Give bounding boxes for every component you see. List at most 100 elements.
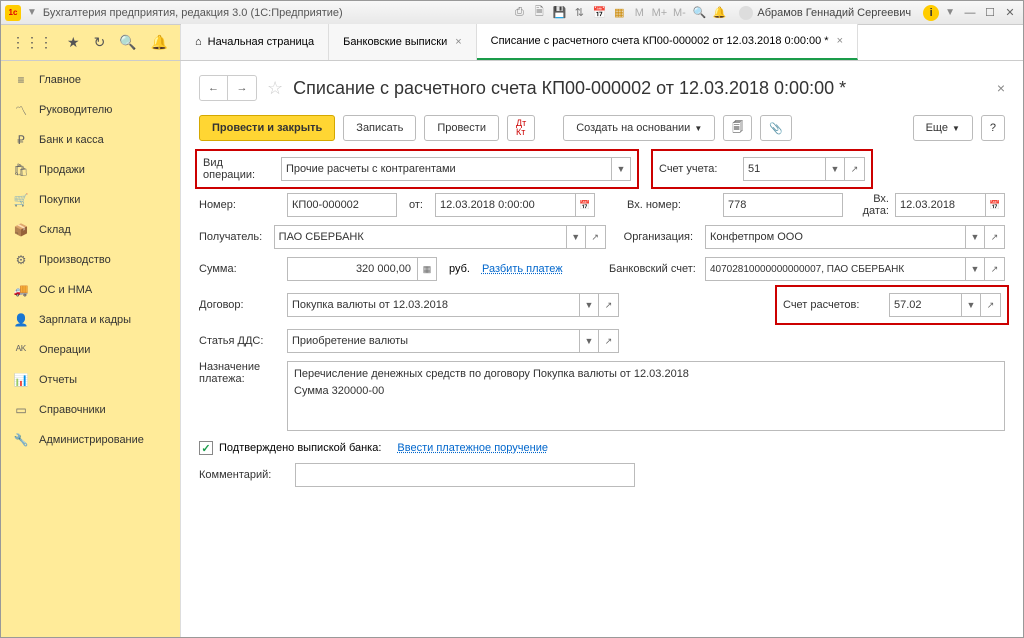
purpose-field[interactable]: Перечисление денежных средств по договор… bbox=[287, 361, 1005, 431]
account-group: Счет учета: 51 ▼ ↗ bbox=[655, 153, 869, 185]
sidebar-reports: 📊Отчеты bbox=[1, 365, 180, 395]
open-icon[interactable]: ↗ bbox=[599, 293, 619, 317]
m-minus-icon[interactable]: M- bbox=[671, 5, 687, 21]
user-badge[interactable]: Абрамов Геннадий Сергеевич bbox=[739, 6, 911, 20]
apps-icon[interactable]: ⋮⋮⋮ bbox=[11, 34, 53, 51]
history-icon[interactable]: ↻ bbox=[94, 34, 106, 51]
doc-icon[interactable]: 🗎 bbox=[531, 5, 547, 21]
money-icon: ₽ bbox=[13, 133, 29, 147]
close-window-button[interactable]: ✕ bbox=[1001, 5, 1019, 21]
number-label: Номер: bbox=[199, 199, 281, 211]
dropdown-icon[interactable]: ▼ bbox=[965, 225, 985, 249]
sum-field[interactable]: 320 000,00 ▦ bbox=[287, 257, 437, 281]
dtkt-button[interactable]: ДтКт bbox=[507, 115, 535, 141]
contract-field[interactable]: Покупка валюты от 12.03.2018 ▼ ↗ bbox=[287, 293, 619, 317]
in-date-field[interactable]: 12.03.2018 📅 bbox=[895, 193, 1005, 217]
bell-icon[interactable]: 🔔 bbox=[151, 34, 168, 51]
bank-account-label: Банковский счет: bbox=[609, 263, 699, 275]
more-button[interactable]: Еще▼ bbox=[913, 115, 973, 141]
sidebar-main: ≡Главное bbox=[1, 65, 180, 95]
tab-home[interactable]: ⌂ Начальная страница bbox=[181, 24, 329, 60]
help-button[interactable]: ? bbox=[981, 115, 1005, 141]
dropdown-icon[interactable]: ▼ bbox=[961, 293, 981, 317]
m-icon[interactable]: M bbox=[631, 5, 647, 21]
dropdown-icon[interactable]: ▼ bbox=[825, 157, 845, 181]
dds-field[interactable]: Приобретение валюты ▼ ↗ bbox=[287, 329, 619, 353]
favorite-icon[interactable]: ☆ bbox=[267, 78, 283, 99]
operation-type-field[interactable]: Прочие расчеты с контрагентами ▼ bbox=[281, 157, 631, 181]
settle-account-field[interactable]: 57.02 ▼ ↗ bbox=[889, 293, 1001, 317]
dropdown-icon[interactable]: ▼ bbox=[566, 225, 586, 249]
calendar-icon[interactable]: 📅 bbox=[985, 193, 1005, 217]
minimize-button[interactable]: — bbox=[961, 5, 979, 21]
post-button[interactable]: Провести bbox=[424, 115, 499, 141]
in-number-label: Вх. номер: bbox=[627, 199, 717, 211]
settlement-account-group: Счет расчетов: 57.02 ▼ ↗ bbox=[779, 289, 1005, 321]
quick-toolbar: ⋮⋮⋮ ★ ↻ 🔍 🔔 bbox=[1, 25, 181, 60]
print-icon[interactable]: ⎙ bbox=[511, 5, 527, 21]
save-button[interactable]: Записать bbox=[343, 115, 416, 141]
in-number-field[interactable]: 778 bbox=[723, 193, 843, 217]
save-icon[interactable]: 💾 bbox=[551, 5, 567, 21]
create-based-button[interactable]: Создать на основании▼ bbox=[563, 115, 715, 141]
close-icon[interactable]: × bbox=[837, 35, 843, 47]
forward-button[interactable]: → bbox=[228, 76, 256, 100]
operation-type-label: Вид операции: bbox=[203, 157, 275, 181]
info-dropdown-icon[interactable]: ▼ bbox=[945, 7, 955, 18]
currency-label: руб. bbox=[449, 263, 470, 275]
dropdown-icon[interactable]: ▼ bbox=[965, 257, 985, 281]
gear-icon: ⚙ bbox=[13, 253, 29, 267]
close-icon[interactable]: × bbox=[455, 36, 461, 48]
back-button[interactable]: ← bbox=[200, 76, 228, 100]
dropdown-icon[interactable]: ▼ bbox=[579, 329, 599, 353]
bell-icon[interactable]: 🔔 bbox=[711, 5, 727, 21]
confirmed-checkbox[interactable]: ✓ Подтверждено выпиской банка: bbox=[199, 441, 381, 455]
open-icon[interactable]: ↗ bbox=[985, 225, 1005, 249]
account-label: Счет учета: bbox=[659, 163, 737, 175]
nav-buttons: ← → bbox=[199, 75, 257, 101]
tab-bank[interactable]: Банковские выписки × bbox=[329, 24, 477, 60]
star-icon[interactable]: ★ bbox=[67, 34, 80, 51]
maximize-button[interactable]: ☐ bbox=[981, 5, 999, 21]
open-icon[interactable]: ↗ bbox=[845, 157, 865, 181]
attach-button[interactable]: 🗐 bbox=[723, 115, 752, 141]
enter-payment-order-link[interactable]: Ввести платежное поручение bbox=[397, 442, 548, 454]
post-close-button[interactable]: Провести и закрыть bbox=[199, 115, 335, 141]
dropdown-icon[interactable]: ▼ bbox=[579, 293, 599, 317]
purpose-label: Назначение платежа: bbox=[199, 361, 281, 385]
search-icon[interactable]: 🔍 bbox=[691, 5, 707, 21]
settle-account-label: Счет расчетов: bbox=[783, 299, 883, 311]
search-icon[interactable]: 🔍 bbox=[119, 34, 136, 51]
account-field[interactable]: 51 ▼ ↗ bbox=[743, 157, 865, 181]
calc-icon[interactable]: ▦ bbox=[611, 5, 627, 21]
calc-icon[interactable]: ▦ bbox=[417, 257, 437, 281]
comment-field[interactable] bbox=[295, 463, 635, 487]
open-icon[interactable]: ↗ bbox=[586, 225, 606, 249]
split-payment-link[interactable]: Разбить платеж bbox=[482, 263, 563, 275]
open-icon[interactable]: ↗ bbox=[981, 293, 1001, 317]
close-page-button[interactable]: × bbox=[997, 80, 1005, 96]
home-icon: ⌂ bbox=[195, 36, 202, 48]
bank-account-field[interactable]: 40702810000000000007, ПАО СБЕРБАНК ▼ ↗ bbox=[705, 257, 1005, 281]
open-icon[interactable]: ↗ bbox=[985, 257, 1005, 281]
recipient-field[interactable]: ПАО СБЕРБАНК ▼ ↗ bbox=[274, 225, 606, 249]
date-field[interactable]: 12.03.2018 0:00:00 📅 bbox=[435, 193, 595, 217]
sidebar-payroll: 👤Зарплата и кадры bbox=[1, 305, 180, 335]
sidebar-operations: ᴬᴷОперации bbox=[1, 335, 180, 365]
app-logo: 1c bbox=[5, 5, 21, 21]
sidebar-purchases: 🛒Покупки bbox=[1, 185, 180, 215]
calendar-icon[interactable]: 📅 bbox=[575, 193, 595, 217]
sidebar-bank: ₽Банк и касса bbox=[1, 125, 180, 155]
open-icon[interactable]: ↗ bbox=[599, 329, 619, 353]
m-plus-icon[interactable]: M+ bbox=[651, 5, 667, 21]
dropdown-icon[interactable]: ▼ bbox=[611, 157, 631, 181]
organization-field[interactable]: Конфетпром ООО ▼ ↗ bbox=[705, 225, 1005, 249]
calendar-icon[interactable]: 📅 bbox=[591, 5, 607, 21]
tab-document[interactable]: Списание с расчетного счета КП00-000002 … bbox=[477, 24, 858, 60]
dropdown-icon[interactable]: ▼ bbox=[27, 7, 37, 18]
clip-button[interactable]: 📎 bbox=[760, 115, 792, 141]
compare-icon[interactable]: ⇅ bbox=[571, 5, 587, 21]
number-field[interactable]: КП00-000002 bbox=[287, 193, 397, 217]
titlebar-tools: ⎙ 🗎 💾 ⇅ 📅 ▦ M M+ M- 🔍 🔔 bbox=[511, 5, 727, 21]
info-icon[interactable]: i bbox=[923, 5, 939, 21]
